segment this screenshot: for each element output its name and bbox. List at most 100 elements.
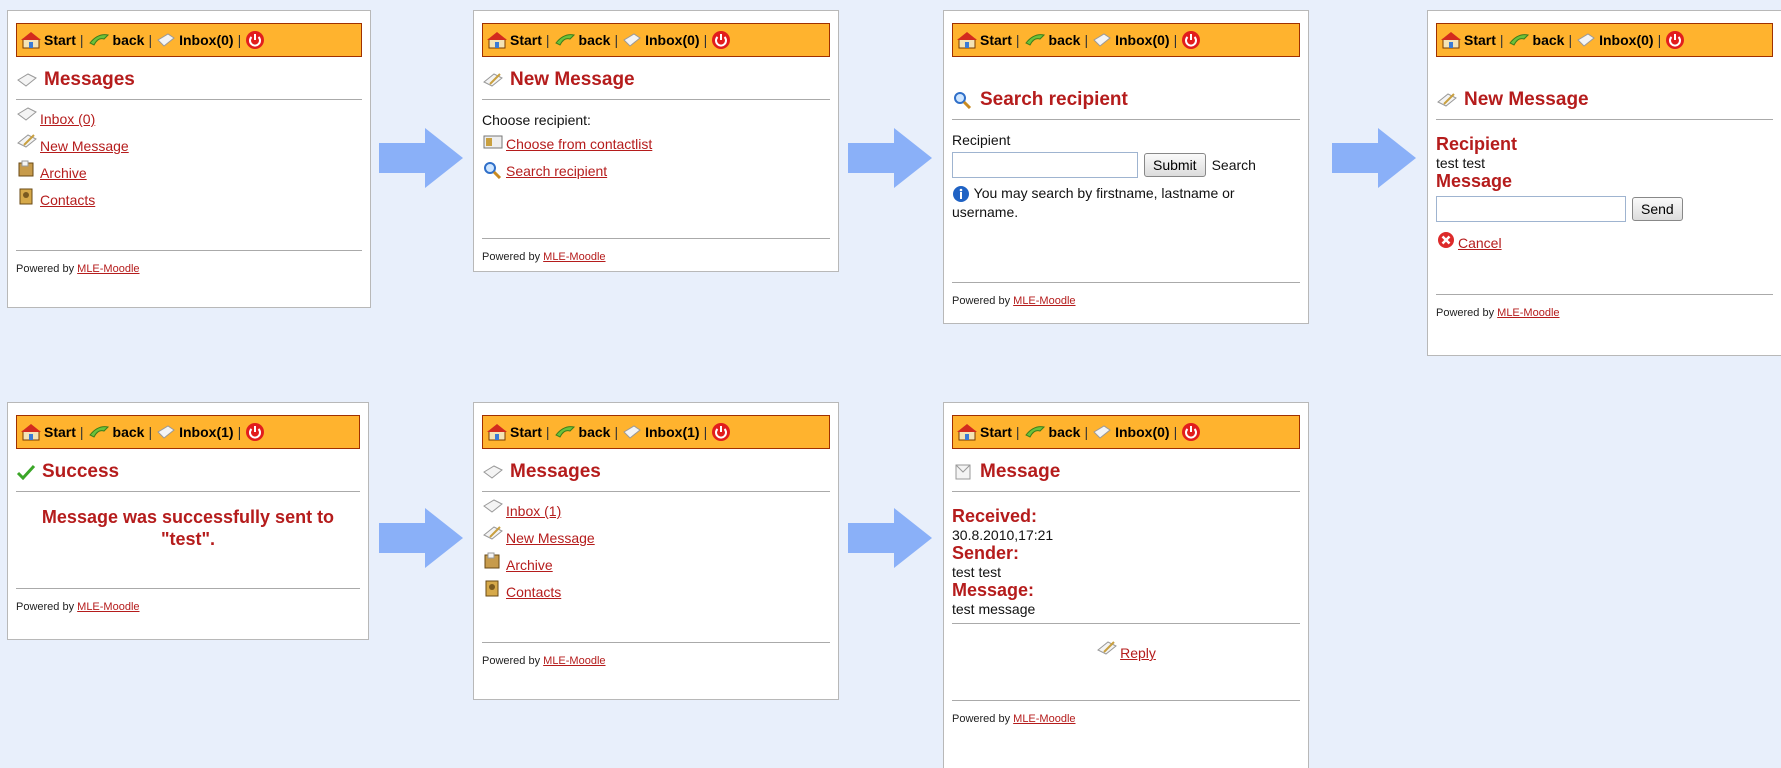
inbox-label: Inbox(0) <box>1115 32 1170 48</box>
contacts-book-icon <box>16 187 38 205</box>
menu-item-archive-link[interactable]: Archive <box>506 557 553 573</box>
separator: | <box>1084 424 1089 440</box>
start-link[interactable]: Start <box>487 423 542 441</box>
menu-item-new-message[interactable]: New Message <box>482 525 830 552</box>
reply-link[interactable]: Reply <box>1120 645 1156 661</box>
inbox-link[interactable]: Inbox(1) <box>156 424 234 440</box>
start-link[interactable]: Start <box>487 31 542 49</box>
page-title-text: Messages <box>510 461 601 482</box>
start-link[interactable]: Start <box>957 31 1012 49</box>
inbox-link[interactable]: Inbox(0) <box>1576 32 1654 48</box>
home-icon <box>21 423 41 441</box>
menu-item-contacts-link[interactable]: Contacts <box>506 584 561 600</box>
back-link[interactable]: back <box>1508 31 1565 49</box>
back-arrow-icon <box>1508 31 1530 49</box>
top-navigation-bar: Start | back | Inbox(0) | <box>16 23 362 57</box>
power-icon[interactable] <box>1181 422 1201 442</box>
back-label: back <box>578 32 611 48</box>
back-link[interactable]: back <box>1024 423 1080 441</box>
menu-item-archive[interactable]: Archive <box>482 552 830 579</box>
submit-button[interactable]: Submit <box>1144 153 1206 177</box>
power-icon[interactable] <box>245 422 265 442</box>
choose-from-contactlist[interactable]: Choose from contactlist <box>482 134 830 161</box>
inbox-link[interactable]: Inbox(0) <box>156 32 234 48</box>
menu-item-archive-link[interactable]: Archive <box>40 165 87 181</box>
power-icon[interactable] <box>245 30 265 50</box>
start-link[interactable]: Start <box>21 423 76 441</box>
search-recipient[interactable]: Search recipient <box>482 161 830 188</box>
menu-item-contacts[interactable]: Contacts <box>482 579 830 606</box>
menu-item-contacts[interactable]: Contacts <box>16 187 362 214</box>
recipient-search-input[interactable] <box>952 152 1138 178</box>
separator: | <box>148 424 153 440</box>
start-link[interactable]: Start <box>1441 31 1496 49</box>
menu-item-archive[interactable]: Archive <box>16 160 362 187</box>
footer-link[interactable]: MLE-Moodle <box>543 655 605 667</box>
back-label: back <box>112 32 145 48</box>
footer-link[interactable]: MLE-Moodle <box>77 263 139 275</box>
screen-success-panel: Start | back | Inbox(1) | Success Messag… <box>7 402 369 640</box>
page-title: New Message <box>482 57 830 100</box>
back-link[interactable]: back <box>88 423 144 441</box>
search-recipient-link[interactable]: Search recipient <box>506 163 607 179</box>
choose-from-contactlist-link[interactable]: Choose from contactlist <box>506 136 652 152</box>
message-input[interactable] <box>1436 196 1626 222</box>
inbox-link[interactable]: Inbox(0) <box>1092 424 1170 440</box>
footer-link[interactable]: MLE-Moodle <box>543 251 605 263</box>
separator: | <box>1657 32 1662 48</box>
page-title: Search recipient <box>952 57 1300 120</box>
footer: Powered by MLE-Moodle <box>482 642 830 667</box>
checkmark-icon <box>16 464 36 481</box>
back-link[interactable]: back <box>1024 31 1080 49</box>
reply-action[interactable]: Reply <box>1096 640 1156 667</box>
power-icon[interactable] <box>1665 30 1685 50</box>
send-button[interactable]: Send <box>1632 197 1683 221</box>
inbox-label: Inbox(0) <box>179 32 234 48</box>
compose-form: Recipient test test Message Send Cancel <box>1436 120 1773 294</box>
back-label: back <box>578 424 611 440</box>
start-link[interactable]: Start <box>21 31 76 49</box>
footer-link[interactable]: MLE-Moodle <box>1497 307 1559 319</box>
menu-item-inbox-link[interactable]: Inbox (0) <box>40 111 95 127</box>
footer-link[interactable]: MLE-Moodle <box>77 601 139 613</box>
top-navigation-bar: Start | back | Inbox(0) | <box>952 23 1300 57</box>
back-link[interactable]: back <box>554 31 611 49</box>
messages-menu: Inbox (1) New Message Archive Contacts <box>482 492 830 642</box>
menu-item-contacts-link[interactable]: Contacts <box>40 192 95 208</box>
inbox-link[interactable]: Inbox(0) <box>1092 32 1170 48</box>
footer-prefix: Powered by <box>952 295 1011 307</box>
envelope-icon <box>482 498 504 514</box>
inbox-label: Inbox(1) <box>179 424 234 440</box>
message-label: Message <box>1436 171 1513 191</box>
separator: | <box>703 424 708 440</box>
choose-recipient-prompt: Choose recipient: <box>482 112 591 128</box>
separator: | <box>1499 32 1504 48</box>
menu-item-new-message[interactable]: New Message <box>16 133 362 160</box>
cancel-link[interactable]: Cancel <box>1458 235 1502 251</box>
footer-prefix: Powered by <box>482 251 541 263</box>
inbox-link[interactable]: Inbox(1) <box>622 424 700 440</box>
power-icon[interactable] <box>711 30 731 50</box>
back-label: back <box>1532 32 1565 48</box>
separator: | <box>1015 32 1020 48</box>
separator: | <box>545 32 550 48</box>
inbox-link[interactable]: Inbox(0) <box>622 32 700 48</box>
page-title: Success <box>16 449 360 492</box>
footer-link[interactable]: MLE-Moodle <box>1013 713 1075 725</box>
back-link[interactable]: back <box>554 423 611 441</box>
start-label: Start <box>510 32 542 48</box>
screen-compose-panel: Start | back | Inbox(0) | New Message Re… <box>1427 10 1781 356</box>
cancel-action[interactable]: Cancel <box>1436 230 1773 257</box>
power-icon[interactable] <box>711 422 731 442</box>
received-label: Received: <box>952 506 1038 526</box>
footer-link[interactable]: MLE-Moodle <box>1013 295 1075 307</box>
start-label: Start <box>980 424 1012 440</box>
menu-item-new-message-link[interactable]: New Message <box>506 530 595 546</box>
back-link[interactable]: back <box>88 31 145 49</box>
menu-item-inbox-link[interactable]: Inbox (1) <box>506 503 561 519</box>
start-link[interactable]: Start <box>957 423 1012 441</box>
menu-item-inbox[interactable]: Inbox (1) <box>482 498 830 525</box>
power-icon[interactable] <box>1181 30 1201 50</box>
menu-item-inbox[interactable]: Inbox (0) <box>16 106 362 133</box>
menu-item-new-message-link[interactable]: New Message <box>40 138 129 154</box>
